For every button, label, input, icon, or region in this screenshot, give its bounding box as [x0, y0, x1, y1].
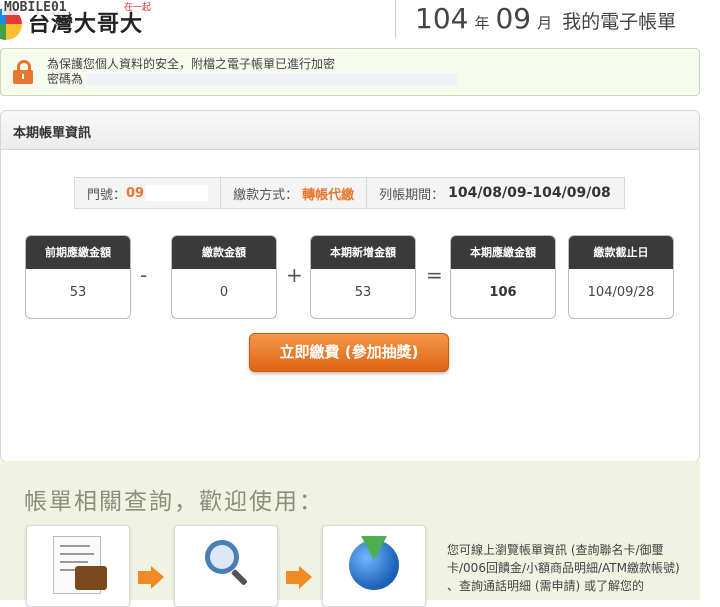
new-charges-box: 本期新增金額 53 — [310, 235, 416, 319]
previous-balance-box: 前期應繳金額 53 — [25, 235, 131, 319]
page-title: 104 年 09 月我的電子帳單 — [415, 2, 676, 35]
payment-label: 繳款方式： — [233, 187, 299, 203]
year-unit: 年 — [474, 14, 490, 32]
period-label: 列帳期間： — [379, 187, 445, 203]
password-redacted — [87, 74, 458, 85]
title-label: 我的電子帳單 — [562, 11, 677, 33]
phone-value: 09 — [126, 185, 145, 201]
current-bill-panel: 本期帳單資訊 門號： 09 繳款方式： 轉帳代繳 列帳期間： 104/08/09-10… — [0, 110, 700, 462]
watermark: MOBILE01 — [2, 0, 69, 15]
month-unit: 月 — [537, 14, 553, 32]
box-value: 0 — [219, 285, 229, 300]
box-value: 104/09/28 — [587, 285, 655, 300]
header-divider — [395, 0, 396, 38]
box-label: 本期應繳金額 — [451, 236, 555, 269]
bill-year: 104 — [415, 2, 469, 35]
bill-info-bar: 門號： 09 繳款方式： 轉帳代繳 列帳期間： 104/08/09-104/09/08 — [74, 177, 625, 209]
phone-number-cell: 門號： 09 — [75, 178, 222, 208]
equals-operator: = — [426, 263, 443, 287]
bill-month: 09 — [495, 2, 532, 35]
brand-slogan: 在一起 — [124, 3, 152, 13]
minus-operator: - — [140, 263, 148, 287]
box-label: 繳款金額 — [172, 236, 276, 269]
notice-line-1: 為保護您個人資料的安全，附檔之電子帳單已進行加密 — [47, 57, 336, 71]
billing-period-cell: 列帳期間： 104/08/09-104/09/08 — [367, 178, 623, 208]
box-label: 繳款截止日 — [569, 236, 673, 269]
phone-label: 門號： — [87, 187, 127, 203]
box-value: 106 — [489, 285, 517, 300]
box-value: 53 — [69, 285, 87, 300]
password-label: 密碼為 — [47, 72, 84, 86]
payment-value: 轉帳代繳 — [302, 187, 355, 203]
section-title: 本期帳單資訊 — [13, 126, 92, 141]
period-value: 104/08/09-104/09/08 — [448, 185, 611, 201]
payment-amount-box: 繳款金額 0 — [171, 235, 277, 319]
panel-header: 本期帳單資訊 — [1, 111, 699, 150]
bill-inquiry-section: 帳單相關查詢，歡迎使用： 您可線上瀏覽帳單資訊 (查詢聯名卡/御璽卡/006回饋… — [0, 461, 700, 607]
amount-due-box: 本期應繳金額 106 — [450, 235, 556, 319]
notice-text: 為保護您個人資料的安全，附檔之電子帳單已進行加密 密碼為 — [47, 57, 458, 87]
pay-now-button[interactable]: 立即繳費 (參加抽獎) — [249, 333, 449, 372]
bill-document-tile[interactable] — [26, 525, 130, 607]
box-value: 53 — [354, 285, 372, 300]
plus-operator: + — [286, 263, 303, 287]
globe-tile[interactable] — [322, 525, 426, 607]
inquiry-description: 您可線上瀏覽帳單資訊 (查詢聯名卡/御璽卡/006回饋金/小額商品明細/ATM繳… — [447, 543, 680, 593]
globe-wedge — [361, 536, 387, 560]
due-date-box: 繳款截止日 104/09/28 — [568, 235, 674, 319]
brand-logo[interactable]: 台灣大哥大 MOBILE01 在一起 — [0, 0, 170, 40]
search-tile[interactable] — [174, 525, 278, 607]
phone-redacted — [146, 185, 209, 201]
header: 台灣大哥大 MOBILE01 在一起 104 年 09 月我的電子帳單 — [0, 0, 720, 40]
payment-method-cell: 繳款方式： 轉帳代繳 — [221, 178, 368, 208]
magnifier-handle — [230, 568, 248, 586]
inquiry-title: 帳單相關查詢，歡迎使用： — [24, 489, 324, 515]
box-label: 前期應繳金額 — [26, 236, 130, 269]
box-label: 本期新增金額 — [311, 236, 415, 269]
wallet-icon — [75, 566, 107, 590]
lock-icon — [13, 60, 33, 84]
encryption-notice: 為保護您個人資料的安全，附檔之電子帳單已進行加密 密碼為 — [0, 48, 700, 96]
